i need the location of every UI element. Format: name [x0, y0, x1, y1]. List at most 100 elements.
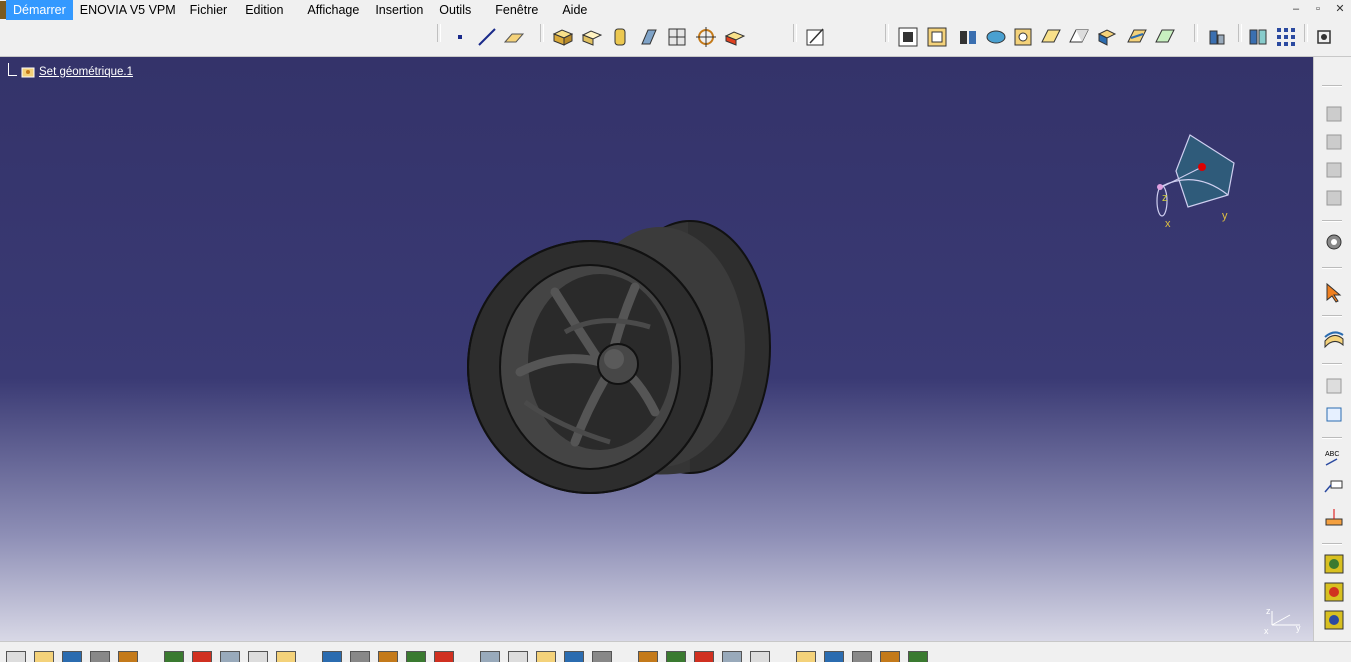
clash-icon[interactable]: [824, 651, 844, 662]
snap-icon[interactable]: [1313, 26, 1335, 48]
mini-axis-y: y: [1296, 623, 1301, 633]
sectioning-icon[interactable]: [852, 651, 872, 662]
whats-this-icon[interactable]: [276, 651, 296, 662]
undo-icon[interactable]: [220, 651, 240, 662]
mini-axis-x: x: [1264, 626, 1269, 635]
save-icon[interactable]: [62, 651, 82, 662]
scale-icon[interactable]: [908, 651, 928, 662]
menu-insertion[interactable]: Insertion: [368, 0, 430, 20]
shaft-icon[interactable]: [609, 26, 631, 48]
plane-icon[interactable]: [503, 26, 525, 48]
catalog-1-icon[interactable]: [1323, 553, 1345, 575]
search-icon[interactable]: [350, 651, 370, 662]
catalog-3-icon[interactable]: [1323, 609, 1345, 631]
menu-edition[interactable]: Edition: [238, 0, 290, 20]
measure-icon[interactable]: [1323, 403, 1345, 425]
paste-icon[interactable]: [192, 651, 212, 662]
point-icon[interactable]: [449, 26, 471, 48]
normal-view-icon[interactable]: [592, 651, 612, 662]
cut-icon[interactable]: [118, 651, 138, 662]
rotate-icon[interactable]: [508, 651, 528, 662]
render-wire-icon[interactable]: [1012, 26, 1034, 48]
assembly-2-icon[interactable]: [1323, 131, 1345, 153]
toolbar-separator: [1238, 24, 1242, 42]
bom-icon[interactable]: [406, 651, 426, 662]
assembly-1-icon[interactable]: [1323, 103, 1345, 125]
zoom-out-icon[interactable]: [564, 651, 584, 662]
groove-icon[interactable]: [638, 26, 660, 48]
multi-view-icon[interactable]: [638, 651, 658, 662]
shading-icon[interactable]: [694, 651, 714, 662]
menu-affichage[interactable]: Affichage: [300, 0, 366, 20]
right-toolbar: ABC: [1313, 57, 1351, 641]
resize-icon[interactable]: [796, 651, 816, 662]
gear-icon[interactable]: [1323, 231, 1345, 253]
compass-x-label: x: [1165, 218, 1171, 230]
open-icon[interactable]: [34, 651, 54, 662]
view-custom-icon[interactable]: [1154, 26, 1176, 48]
zoom-in-icon[interactable]: [536, 651, 556, 662]
text-abc-icon[interactable]: ABC: [1323, 447, 1345, 469]
swap-icon[interactable]: [750, 651, 770, 662]
assembly-3-icon[interactable]: [1323, 159, 1345, 181]
views-icon[interactable]: [666, 651, 686, 662]
toolbar-separator: [1304, 24, 1308, 42]
close-button[interactable]: ✕: [1329, 0, 1351, 20]
new-icon[interactable]: [6, 651, 26, 662]
line-icon[interactable]: [476, 26, 498, 48]
assembly-4-icon[interactable]: [1323, 187, 1345, 209]
constraint-icon[interactable]: [1323, 375, 1345, 397]
compass-widget[interactable]: z x y: [1140, 129, 1250, 239]
menu-outils[interactable]: Outils: [432, 0, 478, 20]
select-arrow-icon[interactable]: [1323, 282, 1345, 304]
menu-fichier[interactable]: Fichier: [183, 0, 235, 20]
view-iso-icon[interactable]: [1040, 26, 1062, 48]
hide-icon[interactable]: [722, 651, 742, 662]
pan-icon[interactable]: [480, 651, 500, 662]
rib-icon[interactable]: [695, 26, 717, 48]
minimize-button[interactable]: –: [1285, 0, 1307, 20]
box-icon[interactable]: [724, 26, 746, 48]
window-controls: – ▫ ✕: [1285, 0, 1351, 20]
measure-icon[interactable]: [378, 651, 398, 662]
print-icon[interactable]: [90, 651, 110, 662]
render-edges-icon[interactable]: [985, 26, 1007, 48]
grid-icon[interactable]: [1275, 26, 1297, 48]
restore-button[interactable]: ▫: [1307, 0, 1329, 20]
view-normal-icon[interactable]: [926, 26, 948, 48]
view-front-icon[interactable]: [1068, 26, 1090, 48]
view-top-icon[interactable]: [1096, 26, 1118, 48]
menu-aide[interactable]: Aide: [555, 0, 594, 20]
render-shading-icon[interactable]: [957, 26, 979, 48]
hole-icon[interactable]: [666, 26, 688, 48]
wheel-part[interactable]: [460, 212, 780, 512]
view-fit-icon[interactable]: [897, 26, 919, 48]
mini-axis-z: z: [1266, 606, 1271, 616]
redo-icon[interactable]: [248, 651, 268, 662]
catalog-2-icon[interactable]: [1323, 581, 1345, 603]
refresh-icon[interactable]: [322, 651, 342, 662]
top-toolbar: [0, 20, 1351, 57]
toolbar-separator: [1322, 363, 1342, 365]
surface-icon[interactable]: [1323, 327, 1345, 349]
toolbar-separator: [793, 24, 797, 42]
fit-all-icon[interactable]: [434, 651, 454, 662]
distance-icon[interactable]: [880, 651, 900, 662]
menu-enovia[interactable]: ENOVIA V5 VPM: [73, 0, 183, 20]
sketch-icon[interactable]: [805, 26, 827, 48]
copy-icon[interactable]: [164, 651, 184, 662]
swap-space-icon[interactable]: [1247, 26, 1269, 48]
mini-axis-icon: x y z: [1264, 606, 1301, 635]
dimension-icon[interactable]: [1323, 507, 1345, 529]
tree-node-set-geometrique[interactable]: Set géométrique.1: [39, 66, 133, 78]
hide-show-icon[interactable]: [1206, 26, 1228, 48]
compass-y-label: y: [1222, 210, 1228, 222]
3d-viewport[interactable]: Set géométrique.1 z x y x y z: [0, 57, 1313, 641]
view-right-icon[interactable]: [1126, 26, 1148, 48]
menu-fenetre[interactable]: Fenêtre: [488, 0, 545, 20]
menu-demarrer[interactable]: Démarrer: [6, 0, 73, 20]
pocket-icon[interactable]: [581, 26, 603, 48]
tree-branch-line: [8, 63, 17, 76]
pad-icon[interactable]: [552, 26, 574, 48]
annotation-icon[interactable]: [1323, 475, 1345, 497]
